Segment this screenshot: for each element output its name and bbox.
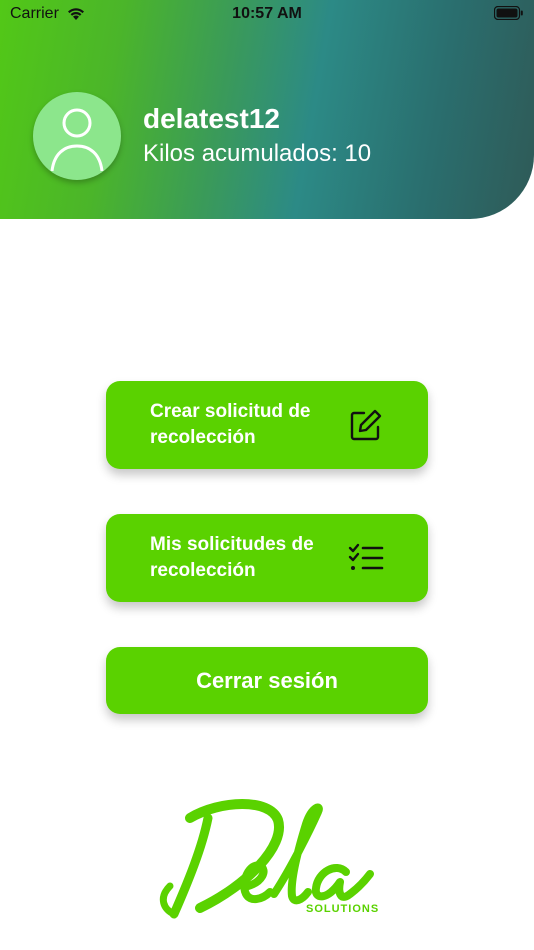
- logout-label: Cerrar sesión: [196, 667, 338, 693]
- dela-solutions-logo: SOLUTIONS: [159, 799, 379, 919]
- home-screen: Carrier 10:57 AM delatest12 Kilos acumul…: [0, 0, 534, 950]
- checklist-icon: [348, 543, 384, 570]
- kilos-accumulated: Kilos acumulados: 10: [143, 140, 372, 167]
- logo-tagline: SOLUTIONS: [306, 903, 379, 915]
- edit-icon: [350, 409, 382, 441]
- user-icon: [50, 108, 104, 172]
- my-requests-button[interactable]: Mis solicitudes de recolección: [106, 514, 428, 602]
- clock: 10:57 AM: [232, 5, 302, 22]
- logout-button[interactable]: Cerrar sesión: [106, 647, 428, 714]
- username: delatest12: [143, 103, 280, 134]
- create-request-button[interactable]: Crear solicitud de recolección: [106, 381, 428, 469]
- battery-icon: [494, 6, 523, 20]
- my-requests-label: Mis solicitudes de recolección: [150, 534, 314, 581]
- create-request-label: Crear solicitud de recolección: [150, 401, 311, 448]
- avatar: [33, 92, 121, 180]
- status-bar: Carrier 10:57 AM: [0, 0, 534, 28]
